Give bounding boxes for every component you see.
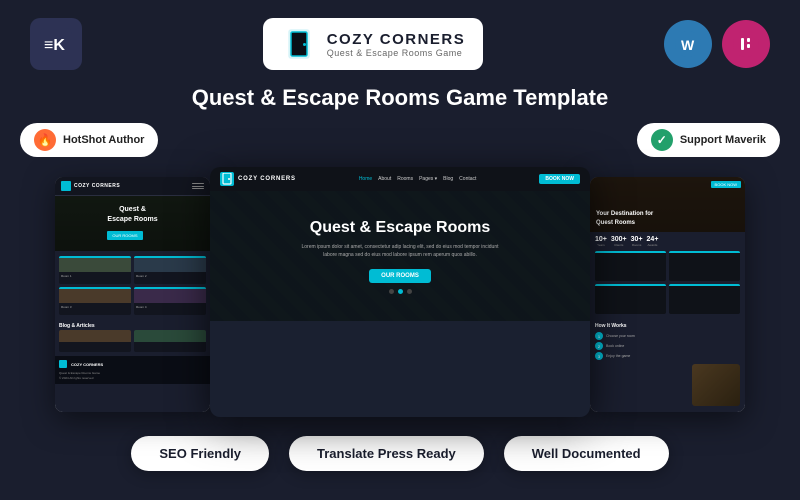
right-card-4 — [669, 284, 740, 314]
elementor-icon — [722, 20, 770, 68]
dot-2 — [398, 289, 403, 294]
right-step-3: 3 Enjoy the game — [595, 352, 740, 360]
mob-cards: Room 1 Room 2 Room 3 Room 4 — [55, 251, 210, 320]
nav-link-rooms[interactable]: Rooms — [397, 176, 413, 182]
center-brand-logo: COZY CORNERS Quest & Escape Rooms Game — [263, 18, 484, 70]
author-badges-row: 🔥 HotShot Author ✓ Support Maverik — [0, 123, 800, 157]
right-step-1: 1 Choose your room — [595, 332, 740, 340]
support-label: Support Maverik — [680, 134, 766, 146]
stat-4: 24+ Awards — [647, 236, 659, 247]
well-documented-badge: Well Documented — [504, 436, 669, 471]
preview-section: COZY CORNERS Quest &Escape Rooms OUR ROO… — [0, 167, 800, 422]
right-steps: 1 Choose your room 2 Book online 3 Enjoy… — [595, 332, 740, 360]
right-how-it-works: How It Works 1 Choose your room 2 Book o… — [590, 319, 745, 362]
right-stats: 10+ Years 300+ Clients 30+ Rooms 24+ Awa… — [590, 232, 745, 251]
seo-friendly-badge: SEO Friendly — [131, 436, 269, 471]
right-hero: BOOK NOW Your Destination forQuest Rooms — [590, 177, 745, 232]
nav-link-blog[interactable]: Blog — [443, 176, 453, 182]
desk-hero-btn[interactable]: OUR ROOMS — [369, 269, 431, 283]
ek-logo-badge: ≡K — [30, 18, 82, 70]
hotshot-icon: 🔥 — [34, 129, 56, 151]
svg-text:W: W — [681, 37, 695, 53]
mob-blog-cards — [55, 330, 210, 352]
door-icon — [281, 26, 317, 62]
desk-hero-title: Quest & Escape Rooms — [310, 219, 491, 237]
mob-logo: COZY CORNERS — [61, 181, 120, 191]
brand-tagline: Quest & Escape Rooms Game — [327, 48, 466, 58]
desk-hero-subtitle: Lorem ipsum dolor sit amet, consectetur … — [300, 243, 500, 259]
brand-name: COZY CORNERS — [327, 31, 466, 48]
mob-hero: Quest &Escape Rooms OUR ROOMS — [55, 196, 210, 251]
translate-press-badge: Translate Press Ready — [289, 436, 484, 471]
stat-2: 300+ Clients — [611, 236, 627, 247]
svg-text:≡K: ≡K — [44, 37, 65, 54]
dot-1 — [389, 289, 394, 294]
desk-logo-box — [220, 172, 234, 186]
support-maverik-badge: ✓ Support Maverik — [637, 123, 780, 157]
desk-nav-left: COZY CORNERS — [220, 172, 296, 186]
right-preview: BOOK NOW Your Destination forQuest Rooms… — [590, 177, 745, 412]
support-icon: ✓ — [651, 129, 673, 151]
nav-link-contact[interactable]: Contact — [459, 176, 476, 182]
header: ≡K COZY CORNERS Quest & Escape Rooms Gam… — [0, 0, 800, 80]
desk-nav-brand: COZY CORNERS — [238, 176, 296, 182]
nav-link-about[interactable]: About — [378, 176, 391, 182]
desk-nav: COZY CORNERS Home About Rooms Pages ▾ Bl… — [210, 167, 590, 191]
desk-carousel-dots — [389, 283, 412, 294]
stat-3: 30+ Rooms — [631, 236, 643, 247]
right-card-1 — [595, 251, 666, 281]
dot-3 — [407, 289, 412, 294]
right-card-2 — [669, 251, 740, 281]
right-step-2: 2 Book online — [595, 342, 740, 350]
right-cards — [590, 251, 745, 319]
desk-nav-links: Home About Rooms Pages ▾ Blog Contact — [359, 176, 477, 182]
right-card-3 — [595, 284, 666, 314]
hotshot-author-badge: 🔥 HotShot Author — [20, 123, 158, 157]
desk-book-btn[interactable]: BOOK NOW — [539, 174, 580, 184]
wordpress-icon: W — [664, 20, 712, 68]
mob-blog-title: Blog & Articles — [55, 320, 210, 330]
mob-nav: COZY CORNERS — [55, 177, 210, 196]
page-title: Quest & Escape Rooms Game Template — [0, 85, 800, 111]
stat-1: 10+ Years — [595, 236, 607, 247]
mob-footer: COZY CORNERS Quest & Escape Rooms Game© … — [55, 356, 210, 384]
platform-logos: W — [664, 20, 770, 68]
nav-link-home[interactable]: Home — [359, 176, 372, 182]
feature-badges: SEO Friendly Translate Press Ready Well … — [0, 422, 800, 471]
right-how-title: How It Works — [595, 323, 740, 329]
hotshot-label: HotShot Author — [63, 134, 144, 146]
nav-link-pages[interactable]: Pages ▾ — [419, 176, 437, 182]
right-hero-text: Your Destination forQuest Rooms — [596, 210, 653, 227]
right-hero-badge: BOOK NOW — [711, 181, 741, 188]
desk-hero: Quest & Escape Rooms Lorem ipsum dolor s… — [210, 191, 590, 321]
center-logo-text: COZY CORNERS Quest & Escape Rooms Game — [327, 31, 466, 58]
desktop-preview: COZY CORNERS Home About Rooms Pages ▾ Bl… — [210, 167, 590, 417]
mobile-preview: COZY CORNERS Quest &Escape Rooms OUR ROO… — [55, 177, 210, 412]
right-photo — [692, 364, 740, 406]
